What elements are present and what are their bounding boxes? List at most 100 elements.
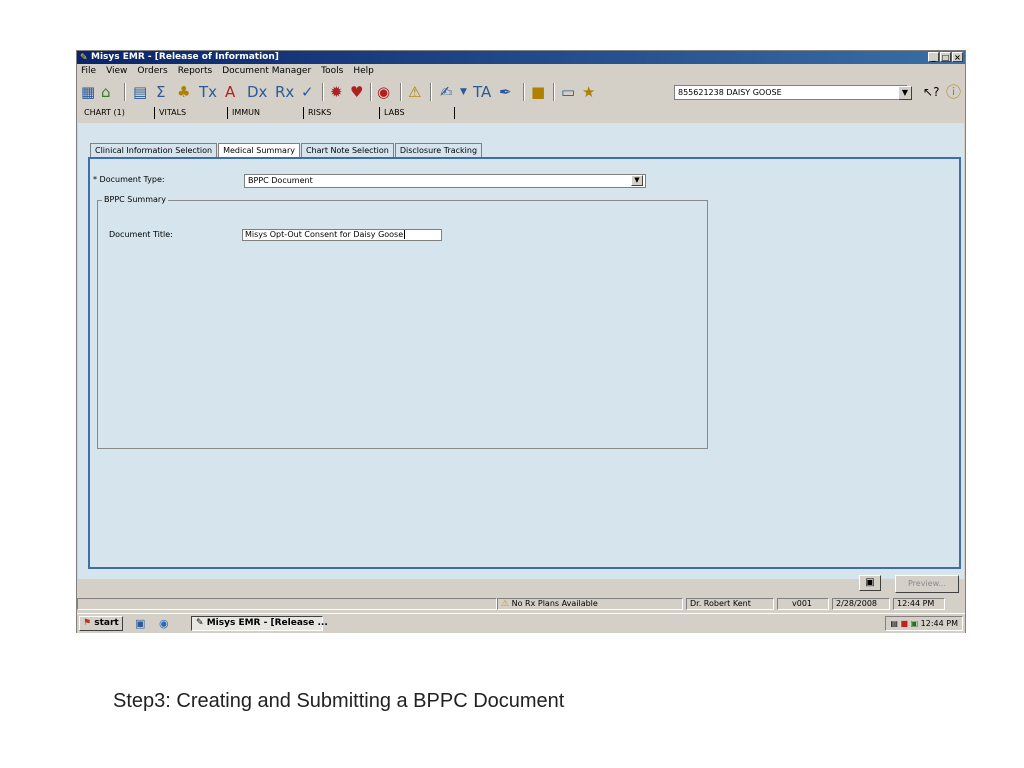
vitals-icon[interactable]: ✹ [330,82,343,102]
app-icon: ✎ [80,53,88,63]
maximize-button[interactable]: □ [940,52,951,62]
start-button[interactable]: ⚑ start [79,616,123,631]
allergy-icon[interactable]: ♣ [177,82,190,102]
tab-chart[interactable]: CHART (1) [80,107,125,119]
menu-bar: File View Orders Reports Document Manage… [77,65,969,78]
status-cell-empty [77,598,497,610]
toolbar-separator [400,83,402,101]
home-icon[interactable]: ⌂ [101,82,111,102]
warning-icon[interactable]: ⚠ [408,82,421,102]
menu-help[interactable]: Help [353,65,374,78]
tab-immun[interactable]: IMMUN [227,107,260,119]
floppy-disk-icon: ▣ [865,577,875,588]
menu-view[interactable]: View [106,65,127,78]
preview-button[interactable]: Preview... [895,575,959,593]
sub-tabs: Clinical Information Selection Medical S… [90,143,483,157]
document-type-value: BPPC Document [248,176,313,185]
window-controls: _ □ × [928,52,963,62]
rx-button[interactable]: Rx [275,82,294,102]
tab-chart-note-selection[interactable]: Chart Note Selection [300,143,394,157]
dx-button[interactable]: Dx [247,82,267,102]
menu-orders[interactable]: Orders [137,65,167,78]
lock-icon[interactable]: ■ [531,82,545,102]
patient-dropdown-arrow-icon[interactable]: ▼ [898,86,912,100]
close-button[interactable]: × [952,52,963,62]
menu-document-manager[interactable]: Document Manager [222,65,311,78]
injection-icon[interactable]: ✓ [301,82,314,102]
app-window: ✎ Misys EMR - [Release of Information] _… [76,50,966,633]
text-cursor [404,230,406,239]
document-title-value: Misys Opt-Out Consent for Daisy Goose [245,230,404,239]
minimize-button[interactable]: _ [928,52,939,62]
toolbar-separator [430,83,432,101]
toolbar: ▦ ⌂ ▤ Σ ♣ Tx A Dx Rx ✓ ✹ ♥ ◉ ⚠ ✍ ▼ TA ✒ … [77,80,965,104]
tab-risks[interactable]: RISKS [303,107,331,119]
warning-icon: ⚠ [501,599,510,609]
patient-selector[interactable]: 855621238 DAISY GOOSE [674,85,907,100]
sigma-icon[interactable]: Σ [156,82,165,102]
lab-icon[interactable]: ◉ [377,82,390,102]
tray-monitor-icon[interactable]: ▣ [911,619,919,628]
a-button[interactable]: A [225,82,235,102]
toolbar-separator [523,83,525,101]
status-bar: ⚠ No Rx Plans Available Dr. Robert Kent … [77,597,965,611]
help-pointer-icon[interactable]: ↖? [923,82,939,102]
desktop-icon[interactable]: ▣ [135,616,145,631]
tray-security-icon[interactable]: ■ [900,619,908,628]
window-title: Misys EMR - [Release of Information] [91,52,279,62]
tab-vitals[interactable]: VITALS [154,107,186,119]
taskbar: ⚑ start ▣ ◉ ✎ Misys EMR - [Release ... ▤… [77,613,965,633]
clipboard-icon[interactable]: ▭ [561,82,575,102]
title-bar: ✎ Misys EMR - [Release of Information] _… [77,51,965,64]
lungs-icon[interactable]: ♥ [350,82,363,102]
menu-reports[interactable]: Reports [178,65,213,78]
toolbar-separator [124,83,126,101]
content-area: Clinical Information Selection Medical S… [78,123,964,579]
info-icon[interactable]: ⓘ [946,82,961,102]
pen-icon[interactable]: ✍ [440,82,453,102]
ta-button[interactable]: TA [473,82,491,102]
tab-labs[interactable]: LABS [379,107,405,119]
chevron-down-icon[interactable]: ▼ [631,175,643,186]
dropdown-arrow-icon[interactable]: ▼ [460,82,467,102]
system-tray: ▤ ■ ▣ 12:44 PM [885,616,963,631]
document-title-label: Document Title: [109,230,173,239]
tab-divider [454,107,459,119]
save-button[interactable]: ▣ [859,575,881,591]
tab-clinical-information-selection[interactable]: Clinical Information Selection [90,143,218,157]
tx-button[interactable]: Tx [199,82,217,102]
rx-plans-text: No Rx Plans Available [511,599,598,608]
slide-caption: Step3: Creating and Submitting a BPPC Do… [113,690,565,712]
browser-icon[interactable]: ◉ [159,616,169,631]
schedule-icon[interactable]: ▦ [81,82,95,102]
rx-plans-status: ⚠ No Rx Plans Available [497,598,683,610]
bppc-summary-group: BPPC Summary Document Title: Misys Opt-O… [97,195,708,449]
document-icon[interactable]: ▤ [133,82,147,102]
tab-medical-summary[interactable]: Medical Summary [218,143,300,157]
tray-clock: 12:44 PM [920,619,958,628]
patient-search-icon[interactable]: ★ [582,82,595,102]
patient-value: 855621238 DAISY GOOSE [678,88,782,97]
signature-icon[interactable]: ✒ [499,82,512,102]
menu-file[interactable]: File [81,65,96,78]
toolbar-separator [370,83,372,101]
medical-summary-panel: * Document Type: BPPC Document ▼ BPPC Su… [88,157,961,569]
doctor-status: Dr. Robert Kent [686,598,774,610]
date-status: 2/28/2008 [832,598,890,610]
version-status: v001 [777,598,829,610]
pen-icon: ✎ [196,618,204,628]
tab-disclosure-tracking[interactable]: Disclosure Tracking [394,143,483,157]
taskbar-item-misys[interactable]: ✎ Misys EMR - [Release ... [191,616,328,631]
document-title-input[interactable]: Misys Opt-Out Consent for Daisy Goose [242,229,442,241]
help-question-mark: ? [933,85,940,99]
windows-logo-icon: ⚑ [83,618,92,628]
taskbar-item-label: Misys EMR - [Release ... [206,618,328,628]
chart-tabs: CHART (1) VITALS IMMUN RISKS LABS [77,107,965,121]
time-status: 12:44 PM [893,598,945,610]
menu-tools[interactable]: Tools [321,65,343,78]
document-type-label: * Document Type: [93,175,165,184]
bppc-summary-legend: BPPC Summary [102,195,168,204]
tray-network-icon[interactable]: ▤ [890,619,898,628]
document-type-select[interactable]: BPPC Document ▼ [244,174,646,188]
start-label: start [94,618,119,628]
